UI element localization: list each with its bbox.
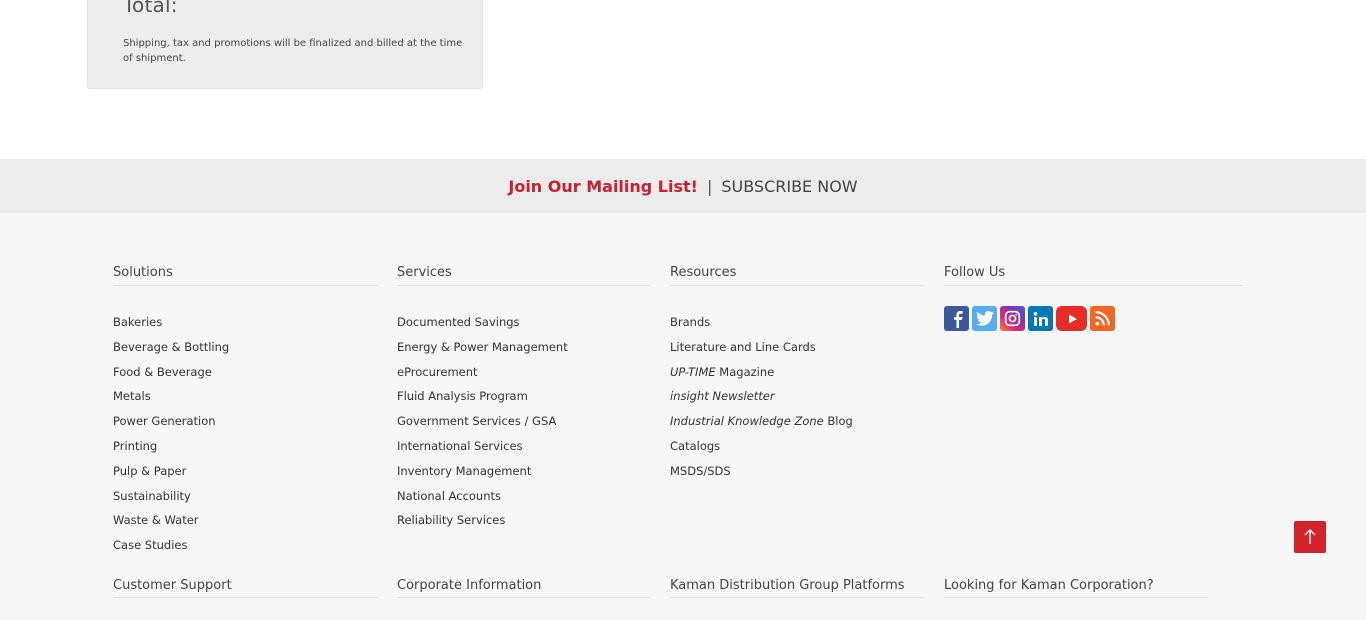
instagram-icon[interactable] bbox=[1000, 306, 1025, 331]
facebook-icon[interactable] bbox=[944, 306, 969, 331]
footer-link-waste-water[interactable]: Waste & Water bbox=[113, 513, 199, 527]
rss-icon[interactable] bbox=[1090, 306, 1115, 331]
footer-link-national-accounts[interactable]: National Accounts bbox=[397, 489, 501, 503]
back-to-top-button[interactable] bbox=[1294, 521, 1326, 553]
solutions-heading: Solutions bbox=[113, 265, 378, 286]
footer-col-services: Services Documented Savings Energy & Pow… bbox=[397, 265, 650, 533]
twitter-icon[interactable] bbox=[972, 306, 997, 331]
footer-link-uptime[interactable]: UP-TIME Magazine bbox=[670, 365, 774, 379]
footer-link-pulp-paper[interactable]: Pulp & Paper bbox=[113, 464, 186, 478]
footer-link-ikz-blog[interactable]: Industrial Knowledge Zone Blog bbox=[670, 414, 853, 428]
footer-link-power-generation[interactable]: Power Generation bbox=[113, 414, 216, 428]
platforms-heading: Kaman Distribution Group Platforms bbox=[670, 578, 924, 598]
footer-link-documented-savings[interactable]: Documented Savings bbox=[397, 315, 520, 329]
arrow-up-icon bbox=[1304, 529, 1316, 544]
resources-heading: Resources bbox=[670, 265, 924, 286]
kaman-corporation-heading: Looking for Kaman Corporation? bbox=[944, 578, 1208, 598]
footer-link-metals[interactable]: Metals bbox=[113, 389, 151, 403]
footer-link-catalogs[interactable]: Catalogs bbox=[670, 439, 720, 453]
ikz-italic: Industrial Knowledge Zone bbox=[670, 414, 824, 429]
footer-col-follow: Follow Us bbox=[944, 265, 1243, 331]
footer-link-eprocurement[interactable]: eProcurement bbox=[397, 365, 478, 379]
subscribe-now-link[interactable]: SUBSCRIBE NOW bbox=[721, 177, 857, 196]
footer-link-insight[interactable]: insight Newsletter bbox=[670, 389, 775, 403]
shipping-note: Shipping, tax and promotions will be fin… bbox=[123, 38, 463, 64]
site-footer: Solutions Bakeries Beverage & Bottling F… bbox=[0, 213, 1366, 620]
join-mailing-list-link[interactable]: Join Our Mailing List! bbox=[508, 177, 698, 196]
customer-support-heading: Customer Support bbox=[113, 578, 378, 598]
uptime-rest: Magazine bbox=[715, 364, 775, 379]
footer-link-bakeries[interactable]: Bakeries bbox=[113, 315, 162, 329]
footer-link-reliability[interactable]: Reliability Services bbox=[397, 513, 505, 527]
mailing-separator: | bbox=[706, 176, 713, 196]
follow-heading: Follow Us bbox=[944, 265, 1243, 286]
footer-link-food-beverage[interactable]: Food & Beverage bbox=[113, 365, 212, 379]
footer-link-inventory[interactable]: Inventory Management bbox=[397, 464, 531, 478]
footer-col-resources: Resources Brands Literature and Line Car… bbox=[670, 265, 924, 484]
footer-link-literature[interactable]: Literature and Line Cards bbox=[670, 340, 816, 354]
footer-link-sustainability[interactable]: Sustainability bbox=[113, 489, 191, 503]
linkedin-icon[interactable] bbox=[1028, 306, 1053, 331]
footer-link-government-gsa[interactable]: Government Services / GSA bbox=[397, 414, 556, 428]
footer-link-beverage-bottling[interactable]: Beverage & Bottling bbox=[113, 340, 229, 354]
uptime-italic: UP-TIME bbox=[670, 364, 716, 379]
insight-italic: insight Newsletter bbox=[670, 389, 775, 404]
services-heading: Services bbox=[397, 265, 650, 286]
footer-link-msds[interactable]: MSDS/SDS bbox=[670, 464, 731, 478]
footer-link-case-studies[interactable]: Case Studies bbox=[113, 538, 187, 552]
footer-link-printing[interactable]: Printing bbox=[113, 439, 157, 453]
footer-link-international[interactable]: International Services bbox=[397, 439, 523, 453]
social-links bbox=[944, 306, 1243, 331]
ikz-rest: Blog bbox=[823, 414, 853, 429]
footer-link-fluid-analysis[interactable]: Fluid Analysis Program bbox=[397, 389, 528, 403]
order-total-card: Total: Shipping, tax and promotions will… bbox=[87, 0, 483, 89]
footer-link-energy-power[interactable]: Energy & Power Management bbox=[397, 340, 568, 354]
corporate-info-heading: Corporate Information bbox=[397, 578, 650, 598]
mailing-list-bar: Join Our Mailing List! | SUBSCRIBE NOW bbox=[0, 159, 1366, 213]
youtube-icon[interactable] bbox=[1056, 306, 1087, 331]
footer-link-brands[interactable]: Brands bbox=[670, 315, 710, 329]
total-label: Total: bbox=[123, 0, 178, 17]
footer-col-solutions: Solutions Bakeries Beverage & Bottling F… bbox=[113, 265, 378, 558]
